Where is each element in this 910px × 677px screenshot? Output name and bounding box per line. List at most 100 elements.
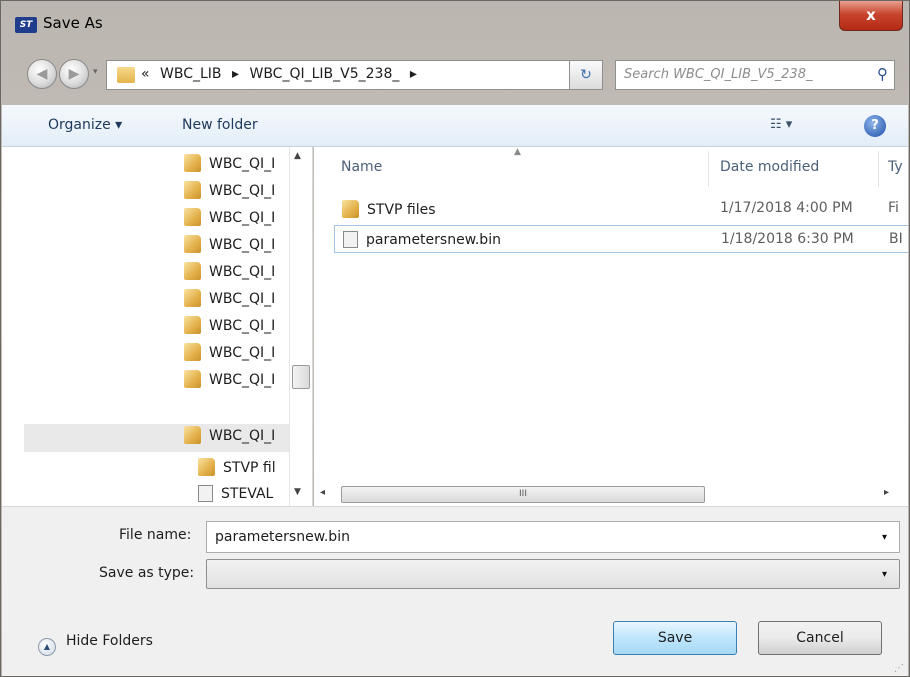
tree-item-label: STEVAL — [221, 486, 274, 502]
tree-item-label: STVP fil — [223, 460, 276, 476]
tree-item[interactable]: WBC_QI_I — [184, 343, 275, 369]
folder-icon — [184, 262, 201, 280]
tree-item-label: WBC_QI_I — [209, 428, 276, 444]
back-arrow-icon: ◀ — [36, 66, 48, 82]
app-icon: ST — [15, 17, 37, 33]
file-type: Fi — [888, 200, 899, 216]
folder-icon — [184, 316, 201, 334]
breadcrumb-separator[interactable]: ▸ — [410, 66, 417, 82]
title-bar[interactable]: ST Save As x — [1, 1, 909, 49]
search-input[interactable]: Search WBC_QI_LIB_V5_238_ ⚲ — [615, 60, 895, 90]
recent-locations-dropdown[interactable]: ▾ — [93, 67, 98, 77]
folder-icon — [117, 67, 135, 83]
tree-item[interactable]: WBC_QI_I — [184, 181, 275, 207]
scrollbar-thumb[interactable]: III — [341, 486, 705, 503]
sort-ascending-icon: ▲ — [514, 147, 521, 157]
file-row-stvp-files[interactable]: STVP files 1/17/2018 4:00 PM Fi — [334, 195, 908, 223]
scroll-up-icon[interactable]: ▲ — [294, 151, 301, 161]
file-date-modified: 1/18/2018 6:30 PM — [721, 231, 854, 247]
folder-icon — [184, 154, 201, 172]
folder-icon — [184, 235, 201, 253]
breadcrumb-item-wbc-qi-lib[interactable]: WBC_QI_LIB_V5_238_ — [249, 66, 399, 82]
save-button[interactable]: Save — [613, 621, 737, 655]
scrollbar-thumb[interactable] — [292, 365, 310, 389]
forward-button[interactable]: ▶ — [59, 59, 89, 89]
tree-item-label: WBC_QI_I — [209, 237, 276, 253]
tree-item-label: WBC_QI_I — [209, 291, 276, 307]
save-as-type-select[interactable] — [206, 559, 900, 589]
hide-folders-label: Hide Folders — [66, 633, 153, 649]
column-header-type[interactable]: Ty — [888, 159, 903, 175]
file-name: STVP files — [367, 202, 436, 218]
tree-item[interactable]: WBC_QI_I — [184, 262, 275, 288]
tree-vertical-scrollbar[interactable]: ▲ ▼ — [289, 147, 311, 506]
breadcrumb-overflow[interactable]: « — [141, 66, 150, 82]
navigation-pane: WBC_QI_I WBC_QI_I WBC_QI_I WBC_QI_I WBC_… — [2, 147, 313, 506]
tree-item[interactable]: WBC_QI_I — [184, 316, 275, 342]
file-name-label: File name: — [119, 527, 192, 543]
search-placeholder: Search WBC_QI_LIB_V5_238_ — [624, 67, 813, 82]
resize-grip-icon[interactable]: ⋰ — [894, 663, 904, 674]
refresh-button[interactable]: ↻ — [569, 60, 603, 90]
tree-item-label: WBC_QI_I — [209, 264, 276, 280]
breadcrumb: « WBC_LIB ▸ WBC_QI_LIB_V5_238_ ▸ — [141, 66, 423, 82]
folder-icon — [184, 181, 201, 199]
new-folder-button[interactable]: New folder — [182, 117, 258, 133]
folder-icon — [184, 208, 201, 226]
tree-item[interactable]: WBC_QI_I — [184, 370, 275, 396]
column-divider[interactable] — [708, 151, 709, 187]
breadcrumb-item-wbc-lib[interactable]: WBC_LIB — [160, 66, 222, 82]
tree-item-label: WBC_QI_I — [209, 318, 276, 334]
back-button[interactable]: ◀ — [27, 59, 57, 89]
tree-item[interactable]: WBC_QI_I — [184, 208, 275, 234]
tree-item-label: WBC_QI_I — [209, 345, 276, 361]
tree-item[interactable]: WBC_QI_I — [184, 235, 275, 261]
tree-item[interactable]: STEVAL — [198, 485, 273, 506]
address-bar[interactable]: « WBC_LIB ▸ WBC_QI_LIB_V5_238_ ▸ ▾ — [106, 60, 652, 90]
scroll-left-icon[interactable]: ◂ — [320, 487, 325, 498]
tree-item[interactable]: WBC_QI_I — [184, 289, 275, 315]
change-view-button[interactable]: ☷ ▾ — [770, 117, 792, 132]
file-name: parametersnew.bin — [366, 232, 501, 248]
tree-item-label: WBC_QI_I — [209, 156, 276, 172]
folder-icon — [184, 370, 201, 388]
save-as-dialog: ST Save As x ◀ ▶ ▾ « WBC_LIB ▸ WBC_QI_LI… — [0, 0, 910, 677]
tree-item-label: WBC_QI_I — [209, 210, 276, 226]
folder-icon — [184, 426, 201, 444]
tree-item[interactable]: WBC_QI_I — [184, 154, 275, 180]
address-row: ◀ ▶ ▾ « WBC_LIB ▸ WBC_QI_LIB_V5_238_ ▸ ▾… — [1, 53, 909, 97]
file-date-modified: 1/17/2018 4:00 PM — [720, 200, 853, 216]
file-list: ▲ Name Date modified Ty STVP files 1/17/… — [314, 147, 908, 506]
save-as-type-dropdown-icon[interactable]: ▾ — [882, 569, 887, 580]
help-icon[interactable]: ? — [864, 115, 886, 137]
folder-icon — [184, 343, 201, 361]
search-icon[interactable]: ⚲ — [877, 65, 888, 83]
file-icon — [198, 485, 213, 502]
file-name-input[interactable] — [206, 521, 900, 553]
folder-icon — [184, 289, 201, 307]
file-list-horizontal-scrollbar[interactable]: ◂ III ▸ — [314, 485, 908, 506]
file-name-dropdown-icon[interactable]: ▾ — [882, 532, 887, 543]
grip-icon: III — [519, 489, 527, 499]
column-header-date-modified[interactable]: Date modified — [720, 159, 819, 175]
cancel-button[interactable]: Cancel — [758, 621, 882, 655]
scroll-right-icon[interactable]: ▸ — [884, 487, 889, 498]
scroll-down-icon[interactable]: ▼ — [294, 487, 301, 497]
tree-item-label: WBC_QI_I — [209, 183, 276, 199]
column-divider[interactable] — [878, 151, 879, 187]
save-form: File name: ▾ Save as type: ▾ ▲ Hide Folde… — [2, 506, 908, 676]
save-as-type-label: Save as type: — [99, 565, 195, 581]
file-row-parametersnew-bin[interactable]: parametersnew.bin 1/18/2018 6:30 PM BI — [334, 225, 908, 253]
tree-item-selected[interactable]: WBC_QI_I — [24, 424, 290, 452]
folder-icon — [198, 458, 215, 476]
tree-item-label: WBC_QI_I — [209, 372, 276, 388]
column-header-name[interactable]: Name — [341, 159, 382, 175]
tree-item[interactable]: STVP fil — [198, 458, 276, 484]
file-type: BI — [889, 231, 903, 247]
command-bar: Organize ▾ New folder ☷ ▾ ? — [2, 105, 908, 147]
breadcrumb-separator[interactable]: ▸ — [232, 66, 239, 82]
hide-folders-button[interactable]: ▲ Hide Folders — [38, 633, 153, 656]
collapse-icon: ▲ — [38, 638, 56, 656]
organize-menu-button[interactable]: Organize ▾ — [48, 117, 122, 133]
close-button[interactable]: x — [839, 1, 903, 31]
